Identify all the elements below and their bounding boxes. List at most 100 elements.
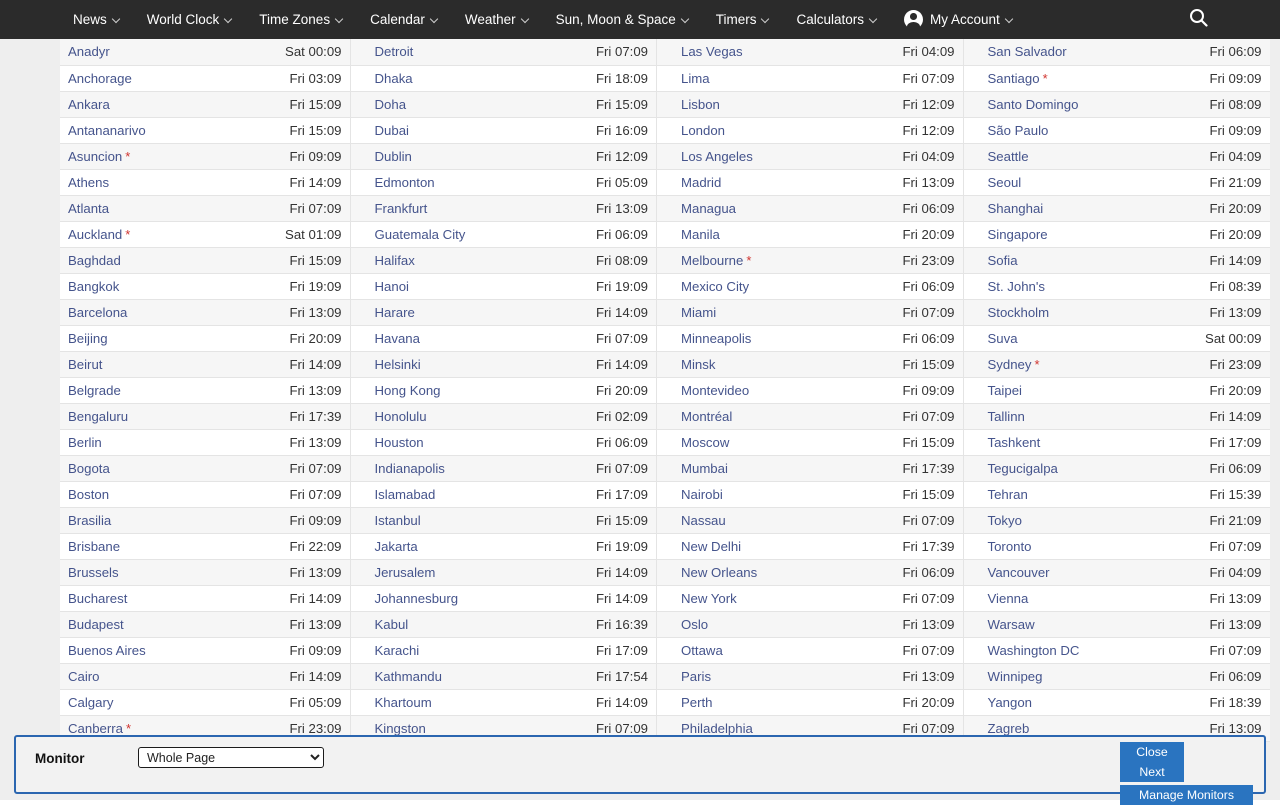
- city-cell[interactable]: Oslo: [673, 611, 873, 637]
- city-cell[interactable]: Ottawa: [673, 637, 873, 663]
- city-link[interactable]: Vancouver: [988, 565, 1050, 580]
- city-cell[interactable]: Halifax: [367, 247, 567, 273]
- city-link[interactable]: Anchorage: [68, 71, 132, 86]
- city-cell[interactable]: Perth: [673, 689, 873, 715]
- city-link[interactable]: Santiago: [988, 71, 1040, 86]
- city-cell[interactable]: Nassau: [673, 507, 873, 533]
- city-cell[interactable]: Brasilia: [60, 507, 260, 533]
- monitor-scope-select[interactable]: Whole Page: [138, 747, 324, 768]
- city-link[interactable]: Oslo: [681, 617, 708, 632]
- city-link[interactable]: Lima: [681, 71, 710, 86]
- city-link[interactable]: Melbourne: [681, 253, 743, 268]
- city-link[interactable]: Manila: [681, 227, 720, 242]
- city-link[interactable]: Hong Kong: [375, 383, 441, 398]
- city-cell[interactable]: Athens: [60, 169, 260, 195]
- city-link[interactable]: Budapest: [68, 617, 124, 632]
- city-cell[interactable]: Istanbul: [367, 507, 567, 533]
- nav-item-weather[interactable]: Weather: [452, 0, 543, 39]
- city-cell[interactable]: Miami: [673, 299, 873, 325]
- city-cell[interactable]: Jakarta: [367, 533, 567, 559]
- city-link[interactable]: Montevideo: [681, 383, 749, 398]
- city-cell[interactable]: Helsinki: [367, 351, 567, 377]
- city-link[interactable]: Dublin: [375, 149, 412, 164]
- nav-item-world-clock[interactable]: World Clock: [134, 0, 247, 39]
- city-cell[interactable]: Manila: [673, 221, 873, 247]
- city-cell[interactable]: Washington DC: [980, 637, 1180, 663]
- city-link[interactable]: Brisbane: [68, 539, 120, 554]
- city-link[interactable]: Brussels: [68, 565, 119, 580]
- nav-item-timers[interactable]: Timers: [703, 0, 784, 39]
- city-cell[interactable]: Dublin: [367, 143, 567, 169]
- city-link[interactable]: Stockholm: [988, 305, 1050, 320]
- city-cell[interactable]: Indianapolis: [367, 455, 567, 481]
- city-cell[interactable]: New York: [673, 585, 873, 611]
- city-cell[interactable]: Yangon: [980, 689, 1180, 715]
- city-cell[interactable]: Boston: [60, 481, 260, 507]
- city-cell[interactable]: Frankfurt: [367, 195, 567, 221]
- nav-item-news[interactable]: News: [60, 0, 134, 39]
- city-cell[interactable]: Mumbai: [673, 455, 873, 481]
- city-cell[interactable]: Kabul: [367, 611, 567, 637]
- city-link[interactable]: Sydney: [988, 357, 1032, 372]
- nav-item-calculators[interactable]: Calculators: [783, 0, 891, 39]
- city-link[interactable]: Winnipeg: [988, 669, 1043, 684]
- city-cell[interactable]: Atlanta: [60, 195, 260, 221]
- city-cell[interactable]: Detroit: [367, 39, 567, 65]
- city-cell[interactable]: Baghdad: [60, 247, 260, 273]
- city-link[interactable]: Houston: [375, 435, 424, 450]
- manage-monitors-button[interactable]: Manage Monitors: [1120, 785, 1253, 805]
- city-link[interactable]: Tallinn: [988, 409, 1025, 424]
- city-link[interactable]: Brasilia: [68, 513, 111, 528]
- city-cell[interactable]: London: [673, 117, 873, 143]
- city-link[interactable]: Beijing: [68, 331, 108, 346]
- city-link[interactable]: Nassau: [681, 513, 726, 528]
- city-cell[interactable]: Johannesburg: [367, 585, 567, 611]
- city-link[interactable]: Taipei: [988, 383, 1022, 398]
- city-cell[interactable]: Nairobi: [673, 481, 873, 507]
- city-link[interactable]: Managua: [681, 201, 736, 216]
- city-link[interactable]: Bogota: [68, 461, 110, 476]
- city-link[interactable]: Los Angeles: [681, 149, 753, 164]
- city-link[interactable]: Ottawa: [681, 643, 723, 658]
- city-cell[interactable]: Las Vegas: [673, 39, 873, 65]
- city-link[interactable]: Antananarivo: [68, 123, 146, 138]
- city-cell[interactable]: Islamabad: [367, 481, 567, 507]
- city-link[interactable]: Shanghai: [988, 201, 1044, 216]
- city-cell[interactable]: Antananarivo: [60, 117, 260, 143]
- city-cell[interactable]: Vancouver: [980, 559, 1180, 585]
- city-link[interactable]: Atlanta: [68, 201, 109, 216]
- city-link[interactable]: Detroit: [375, 44, 414, 59]
- city-cell[interactable]: Belgrade: [60, 377, 260, 403]
- city-link[interactable]: Tehran: [988, 487, 1028, 502]
- city-link[interactable]: Warsaw: [988, 617, 1035, 632]
- city-cell[interactable]: Beirut: [60, 351, 260, 377]
- next-button[interactable]: Next: [1120, 762, 1184, 782]
- city-link[interactable]: Kathmandu: [375, 669, 442, 684]
- city-link[interactable]: São Paulo: [988, 123, 1049, 138]
- city-link[interactable]: Jerusalem: [375, 565, 436, 580]
- city-link[interactable]: Helsinki: [375, 357, 421, 372]
- city-cell[interactable]: Mexico City: [673, 273, 873, 299]
- city-link[interactable]: Seoul: [988, 175, 1022, 190]
- city-link[interactable]: Ankara: [68, 97, 110, 112]
- city-link[interactable]: New York: [681, 591, 737, 606]
- city-link[interactable]: Calgary: [68, 695, 113, 710]
- city-cell[interactable]: Los Angeles: [673, 143, 873, 169]
- city-link[interactable]: Nairobi: [681, 487, 723, 502]
- city-cell[interactable]: New Delhi: [673, 533, 873, 559]
- city-link[interactable]: Kabul: [375, 617, 409, 632]
- city-link[interactable]: Khartoum: [375, 695, 432, 710]
- city-cell[interactable]: Tehran: [980, 481, 1180, 507]
- city-cell[interactable]: Seoul: [980, 169, 1180, 195]
- city-link[interactable]: Halifax: [375, 253, 415, 268]
- city-cell[interactable]: Tallinn: [980, 403, 1180, 429]
- city-link[interactable]: St. John's: [988, 279, 1046, 294]
- city-link[interactable]: Vienna: [988, 591, 1029, 606]
- city-cell[interactable]: Karachi: [367, 637, 567, 663]
- nav-item-calendar[interactable]: Calendar: [357, 0, 452, 39]
- city-cell[interactable]: Minneapolis: [673, 325, 873, 351]
- city-cell[interactable]: Havana: [367, 325, 567, 351]
- city-cell[interactable]: Kathmandu: [367, 663, 567, 689]
- city-cell[interactable]: Asuncion*: [60, 143, 260, 169]
- city-link[interactable]: San Salvador: [988, 44, 1067, 59]
